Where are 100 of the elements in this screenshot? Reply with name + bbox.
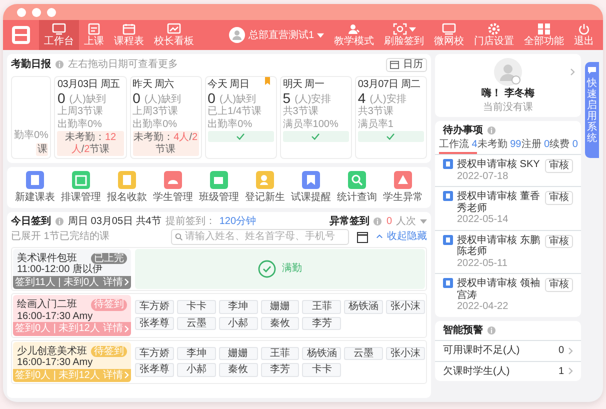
todo-title: 授权申请审核 领袖宫涛 [457, 278, 541, 301]
student-chip[interactable]: 车方娇 [135, 346, 174, 360]
student-chip[interactable]: 车方娇 [135, 300, 174, 314]
details-link[interactable]: 详情 [103, 276, 129, 288]
calendar-button[interactable]: 日历 [386, 58, 427, 72]
review-button[interactable]: 审核 [545, 234, 573, 248]
student-chip[interactable]: 秦攸 [260, 316, 300, 330]
student-chip[interactable]: 李坤 [218, 300, 258, 314]
student-chip[interactable]: 李坤 [176, 346, 216, 360]
warning-value: 0 [558, 345, 564, 356]
chat-icon [587, 66, 597, 75]
display-icon [442, 23, 456, 35]
review-button[interactable]: 审核 [545, 159, 573, 172]
calendar-icon[interactable] [357, 230, 368, 243]
absence-summary: 未考勤：12人/2节课 [57, 131, 124, 156]
review-button[interactable]: 审核 [545, 191, 573, 204]
quick-action-button[interactable]: 新建课表 [15, 171, 55, 204]
day-card[interactable]: 今天 周日 0 (人)缺到 已上1/4节课 出勤率0% [204, 76, 277, 159]
class-card[interactable]: 美术课件包班 已上完 11:00-12:00 唐以伊 签到11人 | 未到0人 详情 [13, 248, 131, 289]
todo-tab[interactable]: 注册 0 [521, 136, 550, 154]
power-icon [577, 23, 591, 35]
status-text: 满勤 [282, 263, 302, 274]
day-card[interactable]: 昨天 周六 0 (人)缺到 上周3节课 出勤率0% 未考勤：4人/2 节课 [130, 76, 202, 159]
panel-title: 考勤日报 [11, 59, 51, 70]
stat-text: 上周3节课 [132, 106, 180, 118]
student-chip[interactable]: 杨铁涵 [302, 346, 342, 360]
info-icon [55, 60, 64, 70]
warning-label: 欠课时学生(人) [443, 366, 511, 377]
student-chip[interactable]: 云墨 [344, 346, 384, 360]
info-icon [487, 126, 496, 136]
panel-title: 智能预警 [443, 324, 483, 336]
class-card[interactable]: 少儿创意美术班 待签到 16:00-17:30 Amy 签到0人 | 未到12人 详情 [13, 342, 131, 382]
student-chip[interactable]: 云墨 [176, 316, 216, 330]
todo-title: 授权申请审核 董香秀老师 [457, 191, 541, 214]
todo-tab[interactable]: 工作流 4 [439, 136, 478, 154]
todo-title: 授权申请审核 SKY [457, 159, 541, 170]
status-text: 当前没有课 [483, 102, 533, 113]
day-date: 昨天 周六 [132, 78, 175, 90]
student-chip[interactable]: 李芳 [302, 316, 342, 330]
quick-action-button[interactable]: 登记新生 [245, 171, 285, 204]
todo-date: 2022-05-11 [457, 258, 508, 269]
day-card[interactable]: 03月03日 周五 0 (人)缺到 上周3节课 出勤率0% 未考勤：12人/2节课 [54, 76, 127, 159]
check-icon [311, 133, 320, 140]
student-chip[interactable]: 王菲 [260, 346, 300, 360]
stat-text: 出勤率0% [208, 118, 254, 130]
student-chip[interactable]: 李芳 [260, 363, 300, 377]
face-scan-icon [392, 23, 406, 35]
collapse-link[interactable]: 收起隐藏 [376, 231, 427, 242]
quick-action-button[interactable]: 学生异常 [383, 171, 423, 204]
absent-count: 4 [358, 91, 366, 105]
stat-text: 共3节课 [282, 106, 320, 118]
caret-icon[interactable] [420, 218, 427, 224]
count-unit: 人次 [396, 216, 416, 227]
quick-action-button[interactable]: 统计查询 [337, 171, 377, 204]
chevron-right-icon[interactable] [568, 367, 573, 376]
day-date: 03月07日 周二 [358, 78, 422, 90]
monitor-icon [52, 23, 66, 35]
chevron-right-icon [124, 371, 129, 380]
day-card[interactable]: 明天 周一 5 (人)安排 共3节课 满员率100% [280, 76, 352, 159]
avatar-icon [494, 58, 522, 86]
gear-icon [487, 23, 501, 35]
student-chip[interactable]: 秦攸 [218, 363, 258, 377]
class-time: 16:00-17:30 Amy [16, 310, 94, 322]
student-chip[interactable]: 张孝尊 [135, 363, 174, 377]
class-name: 少儿创意美术班 [17, 346, 87, 357]
absent-count: 5 [282, 91, 291, 105]
absence-summary: 课 [36, 142, 48, 156]
check-circle-icon [258, 260, 276, 278]
quick-action-button[interactable]: 学生管理 [153, 171, 193, 204]
student-chip[interactable]: 卡卡 [176, 300, 216, 314]
panel-title: 异常签到 [329, 216, 370, 227]
absence-summary: 未考勤：4人/2 节课 [132, 131, 199, 156]
student-chip[interactable]: 卡卡 [302, 363, 342, 377]
check-icon [236, 133, 246, 140]
day-card[interactable]: 勤率0% 课 [11, 76, 52, 159]
todo-tab[interactable]: 续费 0 [550, 136, 578, 154]
student-chip[interactable]: 张孝尊 [135, 316, 174, 330]
day-date: 明天 周一 [282, 78, 326, 90]
student-chip[interactable]: 小郝 [218, 316, 258, 330]
student-chip[interactable]: 姗姗 [260, 300, 300, 314]
day-card[interactable]: 03月07日 周二 4 (人)安排 共3节课 满员率1 [354, 76, 427, 159]
chevron-right-icon[interactable] [568, 346, 573, 355]
calendar-icon [122, 23, 136, 35]
student-chip[interactable]: 王菲 [302, 300, 342, 314]
chevron-right-icon[interactable] [570, 68, 575, 76]
quick-action-button[interactable]: 报名收款 [107, 171, 147, 204]
student-chip[interactable]: 小郝 [176, 363, 216, 377]
chart-icon [167, 23, 181, 35]
class-card[interactable]: 绘画入门二班 待签到 16:00-17:30 Amy 签到0人 | 未到12人 详情 [13, 295, 131, 336]
quick-action-button[interactable]: 试课提醒 [291, 171, 331, 204]
student-chip[interactable]: 张小沫 [386, 300, 425, 314]
quick-action-button[interactable]: 班级管理 [199, 171, 239, 204]
student-chip[interactable]: 姗姗 [218, 346, 258, 360]
todo-tab[interactable]: 未考勤 99 [477, 136, 522, 154]
student-chip[interactable]: 杨铁涵 [344, 300, 384, 314]
review-button[interactable]: 审核 [545, 278, 573, 292]
student-chip[interactable]: 张小沫 [386, 346, 425, 360]
count-unit: (人)缺到 [219, 94, 256, 105]
nav-tab[interactable]: 工作台 [39, 20, 79, 50]
quick-action-button[interactable]: 排课管理 [61, 171, 101, 204]
